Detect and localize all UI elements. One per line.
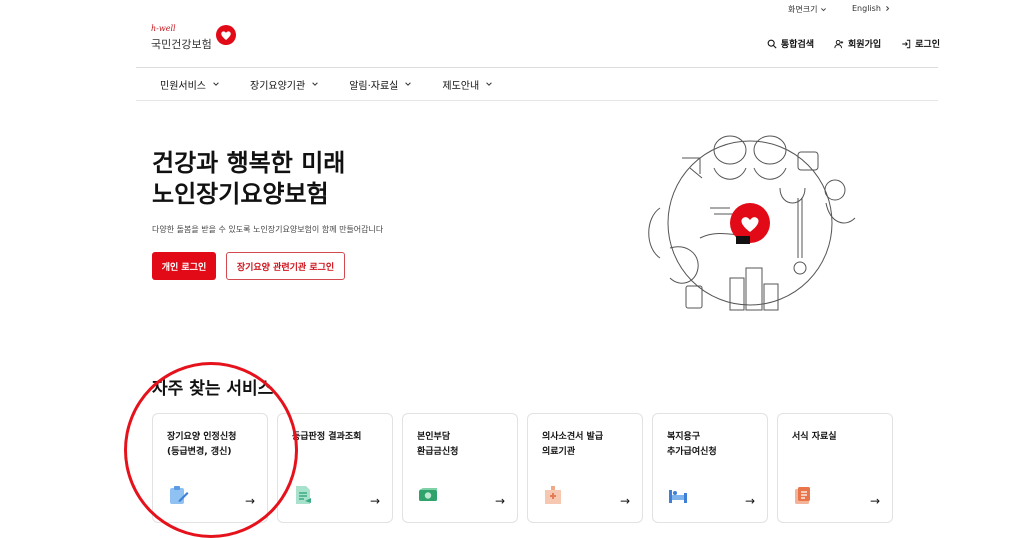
- hospital-icon: [545, 486, 561, 504]
- card-label: 등급판정 결과조회: [292, 432, 362, 442]
- nav-item-civil-service[interactable]: 민원서비스: [160, 77, 220, 92]
- nav-item-system-guide[interactable]: 제도안내: [442, 77, 493, 92]
- header-actions: 통합검색 회원가입 로그인: [767, 37, 940, 50]
- money-icon: [419, 488, 437, 501]
- nav-label: 알림·자료실: [349, 80, 399, 92]
- font-size-menu[interactable]: 화면크기: [788, 4, 827, 15]
- chevron-down-icon: [312, 82, 318, 86]
- document-icon: [296, 486, 311, 504]
- login-button[interactable]: 로그인: [901, 37, 940, 50]
- service-card-forms[interactable]: 서식 자료실 →: [777, 413, 893, 523]
- card-label: 서식 자료실: [792, 432, 837, 442]
- search-icon: [767, 39, 777, 49]
- arrow-right-icon: →: [619, 494, 630, 508]
- service-card-refund[interactable]: 본인부담 환급금신청 →: [402, 413, 518, 523]
- highlight-circle: [124, 362, 298, 538]
- service-card-welfare-equipment[interactable]: 복지용구 추가급여신청 →: [652, 413, 768, 523]
- logo-name: 국민건강보험: [151, 38, 212, 51]
- utility-bar: 화면크기 English: [0, 0, 1024, 18]
- search-label: 통합검색: [780, 40, 815, 50]
- card-label: 의사소견서 발급 의료기관: [542, 432, 604, 457]
- service-card-medical-opinion[interactable]: 의사소견서 발급 의료기관 →: [527, 413, 643, 523]
- chevron-down-icon: [213, 82, 219, 86]
- signup-label: 회원가입: [848, 40, 882, 50]
- chevron-right-icon: [885, 6, 890, 11]
- nav-item-institution[interactable]: 장기요양기관: [250, 77, 319, 92]
- nav-item-notice[interactable]: 알림·자료실: [349, 77, 412, 92]
- chevron-down-icon: [405, 82, 412, 86]
- care-illustration: [648, 135, 856, 311]
- arrow-right-icon: →: [744, 494, 755, 508]
- arrow-right-icon: →: [869, 494, 880, 508]
- nav-label: 제도안내: [442, 80, 480, 92]
- arrow-right-icon: →: [494, 494, 505, 508]
- header-divider: [136, 67, 938, 68]
- nav-label: 장기요양기관: [250, 80, 306, 92]
- hero-title-line2: 노인장기요양보험: [152, 180, 329, 208]
- card-label: 본인부담 환급금신청: [417, 432, 459, 457]
- language-label: English: [852, 4, 881, 13]
- main-navigation: 민원서비스 장기요양기관 알림·자료실 제도안내: [160, 70, 493, 98]
- chevron-down-icon: [821, 8, 827, 12]
- search-button[interactable]: 통합검색: [767, 37, 814, 50]
- login-icon: [902, 39, 911, 48]
- hero-title-line1: 건강과 행복한 미래: [152, 149, 346, 177]
- logo-sub: h-well: [151, 24, 176, 33]
- heart-logo-icon: [216, 25, 236, 45]
- nav-divider: [136, 100, 938, 101]
- institution-login-button[interactable]: 장기요양 관련기관 로그인: [226, 252, 345, 280]
- personal-login-button[interactable]: 개인 로그인: [152, 252, 216, 280]
- font-size-label: 화면크기: [788, 5, 818, 14]
- form-icon: [795, 487, 810, 504]
- nav-label: 민원서비스: [160, 80, 206, 92]
- user-add-icon: [834, 39, 844, 48]
- hero-title: 건강과 행복한 미래 노인장기요양보험: [152, 148, 345, 210]
- chevron-down-icon: [486, 82, 492, 86]
- arrow-right-icon: →: [369, 494, 380, 508]
- login-label: 로그인: [915, 40, 940, 50]
- hero-description: 다양한 돌봄을 받을 수 있도록 노인장기요양보험이 함께 만들어갑니다: [152, 225, 384, 234]
- signup-button[interactable]: 회원가입: [834, 37, 881, 50]
- nhis-logo[interactable]: h-well 국민건강보험: [151, 24, 241, 56]
- language-link[interactable]: English: [852, 4, 891, 13]
- bed-icon: [669, 490, 687, 503]
- card-label: 복지용구 추가급여신청: [667, 432, 717, 457]
